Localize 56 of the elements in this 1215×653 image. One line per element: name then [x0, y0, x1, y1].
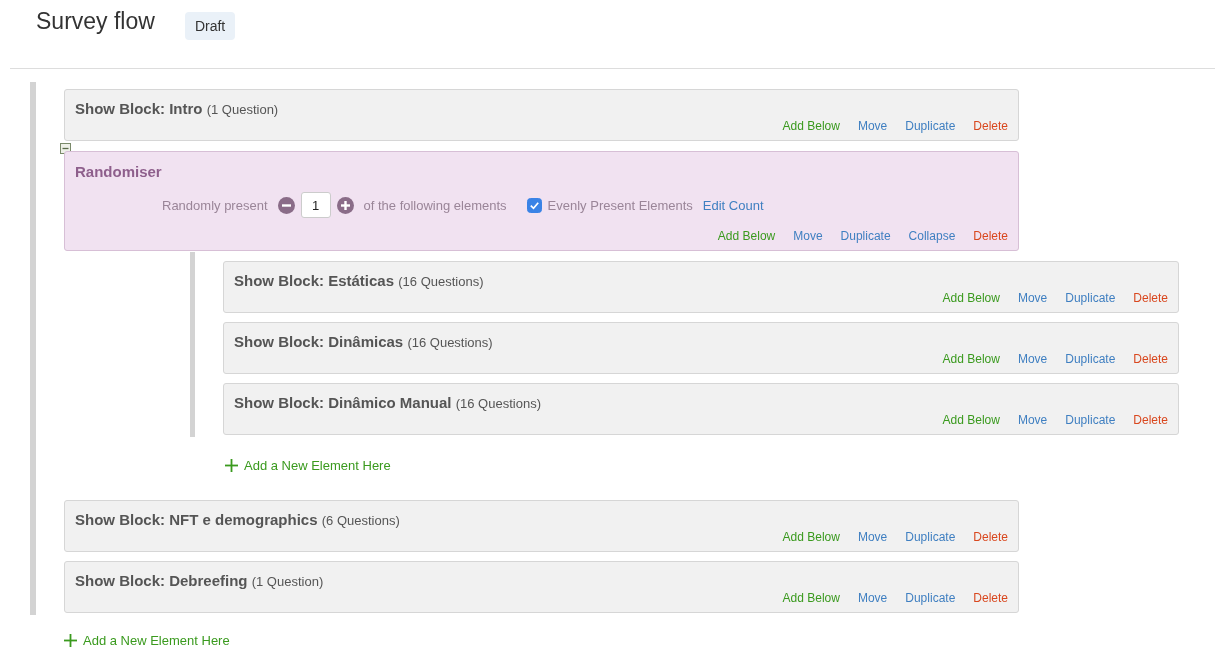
- minus-icon[interactable]: [277, 196, 295, 214]
- block-action-link[interactable]: Move: [793, 229, 823, 243]
- block-action-link[interactable]: Add Below: [942, 413, 1000, 427]
- block-action-link[interactable]: Collapse: [908, 229, 956, 243]
- block-action-link[interactable]: Add Below: [782, 119, 840, 133]
- block-action-link[interactable]: Delete: [1133, 413, 1168, 427]
- block-action-link[interactable]: Delete: [973, 229, 1008, 243]
- block-action-link[interactable]: Add Below: [782, 530, 840, 544]
- block-action-link[interactable]: Move: [857, 119, 888, 133]
- block-action-link[interactable]: Duplicate: [905, 591, 956, 605]
- plus-icon[interactable]: [336, 196, 354, 214]
- block-action-link[interactable]: Add Below: [717, 229, 776, 243]
- block-title: Show Block: NFT e demographics: [75, 511, 318, 528]
- block-action-link[interactable]: Delete: [973, 591, 1008, 605]
- block-action-link[interactable]: Delete: [1133, 291, 1168, 305]
- question-count: (16 Questions): [407, 335, 493, 350]
- question-count: (6 Questions): [321, 513, 400, 528]
- add-element-link[interactable]: Add a New Element Here: [64, 633, 230, 648]
- evenly-checkbox[interactable]: [526, 197, 542, 213]
- block-action-link[interactable]: Move: [857, 530, 888, 544]
- block-action-link[interactable]: Duplicate: [1065, 352, 1116, 366]
- block-action-link[interactable]: Add Below: [942, 352, 1000, 366]
- question-count: (16 Questions): [398, 274, 484, 289]
- block-action-link[interactable]: Delete: [973, 119, 1008, 133]
- plus-icon: [64, 634, 77, 647]
- add-element-link[interactable]: Add a New Element Here: [225, 458, 391, 473]
- randomiser-title: Randomiser: [75, 163, 163, 181]
- block-title: Show Block: Estáticas: [234, 272, 395, 289]
- block-action-link[interactable]: Duplicate: [840, 229, 891, 243]
- block-title: Show Block: Debreefing: [75, 572, 248, 589]
- block-action-link[interactable]: Add Below: [942, 291, 1000, 305]
- block-action-link[interactable]: Duplicate: [1065, 413, 1116, 427]
- page-title: Survey flow: [36, 7, 155, 35]
- plus-icon: [225, 459, 238, 472]
- question-count: (1 Question): [251, 574, 324, 589]
- block-title: Show Block: Dinâmicas: [234, 333, 404, 350]
- question-count: (16 Questions): [455, 396, 541, 411]
- block-action-link[interactable]: Delete: [973, 530, 1008, 544]
- block-action-link[interactable]: Move: [1017, 413, 1048, 427]
- block-action-link[interactable]: Move: [857, 591, 888, 605]
- block-action-link[interactable]: Duplicate: [905, 119, 956, 133]
- block-action-link[interactable]: Duplicate: [1065, 291, 1116, 305]
- block-action-link[interactable]: Duplicate: [905, 530, 956, 544]
- block-action-link[interactable]: Delete: [1133, 352, 1168, 366]
- block-action-link[interactable]: Move: [1017, 352, 1048, 366]
- status-badge: Draft: [184, 12, 236, 40]
- block-title: Show Block: Dinâmico Manual: [234, 394, 452, 411]
- question-count: (1 Question): [206, 102, 279, 117]
- randomiser-label: of the following elements: [363, 197, 507, 213]
- edit-count-link[interactable]: Edit Count: [702, 197, 764, 213]
- checkbox-label: Evenly Present Elements: [547, 197, 693, 213]
- randomiser-label: Randomly present: [162, 197, 268, 213]
- count-input[interactable]: 1: [300, 192, 331, 218]
- block-action-link[interactable]: Add Below: [782, 591, 840, 605]
- block-action-link[interactable]: Move: [1017, 291, 1048, 305]
- block-title: Show Block: Intro: [75, 100, 203, 117]
